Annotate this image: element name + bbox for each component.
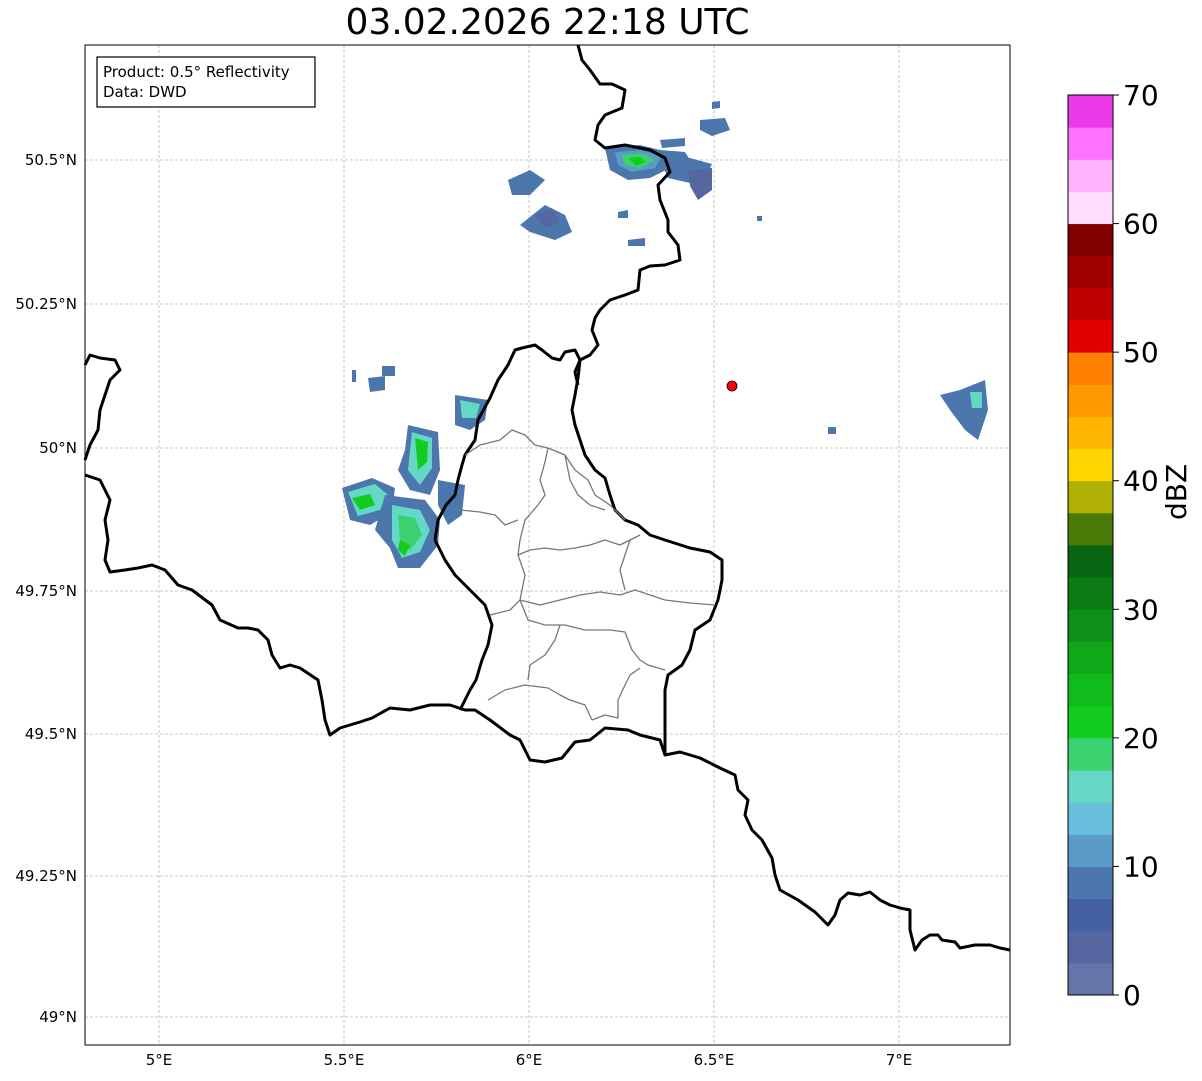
colorbar-segment [1068,802,1113,835]
colorbar-segment [1068,641,1113,675]
colorbar-segment [1068,705,1113,739]
info-product: Product: 0.5° Reflectivity [103,63,290,81]
x-tick-label: 7°E [886,1051,913,1069]
y-tick-label: 49.75°N [15,582,77,600]
colorbar-segment [1068,416,1113,450]
colorbar: 0 10 20 30 40 50 60 70 [1067,79,1159,1012]
colorbar-segment [1068,866,1113,900]
colorbar-segment [1068,545,1113,578]
colorbar-ticks: 0 10 20 30 40 50 60 70 [1113,79,1159,1012]
colorbar-segment [1068,737,1113,771]
colorbar-segment [1068,320,1113,353]
y-tick-label: 50.5°N [25,151,77,169]
colorbar-segment [1068,159,1113,192]
y-tick-label: 49.25°N [15,867,77,885]
colorbar-segment [1068,673,1113,707]
info-box: Product: 0.5° Reflectivity Data: DWD [96,56,316,108]
colorbar-segment [1068,448,1113,482]
colorbar-segment [1068,930,1113,964]
radar-map: Product: 0.5° Reflectivity Data: DWD 5°E… [15,44,1159,1069]
colorbar-segment [1068,127,1113,160]
colorbar-tick-label: 40 [1123,465,1159,498]
colorbar-segment [1068,770,1113,803]
x-axis-labels: 5°E 5.5°E 6°E 6.5°E 7°E [146,1051,913,1069]
colorbar-segment [1068,255,1113,289]
y-tick-label: 49°N [39,1008,77,1026]
colorbar-segment [1068,287,1113,321]
colorbar-segment [1068,352,1113,385]
info-data-source: Data: DWD [103,83,187,101]
colorbar-segment [1068,898,1113,932]
colorbar-segments [1068,95,1113,996]
x-tick-label: 6°E [516,1051,543,1069]
colorbar-segment [1068,480,1113,514]
y-tick-label: 50.25°N [15,295,77,313]
colorbar-tick-label: 50 [1123,336,1159,369]
colorbar-segment [1068,577,1113,610]
colorbar-segment [1068,223,1113,257]
colorbar-label: dBZ [1160,463,1193,520]
colorbar-segment [1068,95,1113,128]
colorbar-segment [1068,191,1113,225]
colorbar-segment [1068,609,1113,642]
x-tick-label: 6.5°E [694,1051,735,1069]
colorbar-tick-label: 0 [1123,979,1141,1012]
colorbar-segment [1068,834,1113,867]
colorbar-segment [1068,384,1113,417]
colorbar-tick-label: 10 [1123,850,1159,883]
x-tick-label: 5.5°E [324,1051,365,1069]
y-tick-label: 50°N [39,439,77,457]
map-panel: Product: 0.5° Reflectivity Data: DWD [83,44,1011,1046]
colorbar-tick-label: 70 [1123,79,1159,112]
x-tick-label: 5°E [146,1051,173,1069]
radar-site-marker [726,380,738,392]
colorbar-tick-label: 60 [1123,208,1159,241]
colorbar-tick-label: 30 [1123,593,1159,626]
colorbar-tick-label: 20 [1123,722,1159,755]
y-tick-label: 49.5°N [25,725,77,743]
colorbar-segment [1068,962,1113,996]
y-axis-labels: 50.5°N 50.25°N 50°N 49.75°N 49.5°N 49.25… [15,151,77,1026]
colorbar-segment [1068,512,1113,546]
